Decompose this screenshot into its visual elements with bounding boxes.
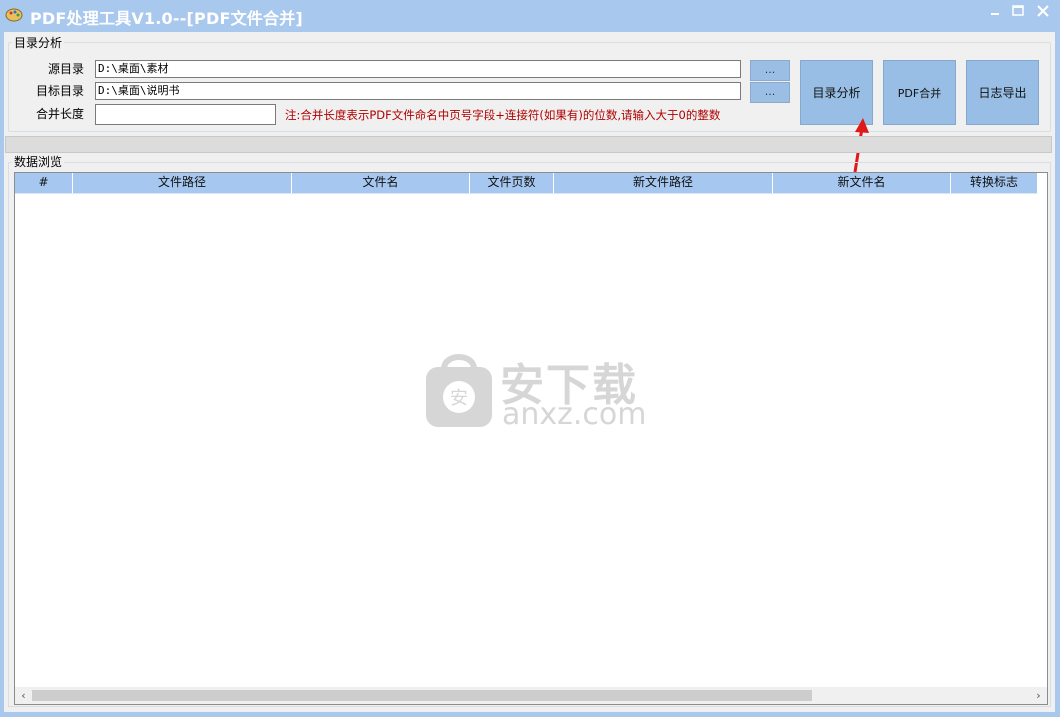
scroll-left-icon[interactable]: ‹ <box>15 687 32 704</box>
column-header-new-file-path[interactable]: 新文件路径 <box>554 173 773 194</box>
watermark: 安 安下载 anxz.com <box>424 347 647 432</box>
watermark-url: anxz.com <box>502 397 647 432</box>
export-log-button[interactable]: 日志导出 <box>966 60 1039 125</box>
merge-length-input[interactable] <box>95 104 276 125</box>
horizontal-scrollbar[interactable]: ‹ › <box>15 687 1047 704</box>
analyze-directory-button[interactable]: 目录分析 <box>800 60 873 125</box>
scrollbar-thumb[interactable] <box>32 690 812 701</box>
close-icon[interactable] <box>1030 2 1056 20</box>
progress-bar <box>5 136 1052 153</box>
app-icon <box>5 8 23 22</box>
scroll-right-icon[interactable]: › <box>1030 687 1047 704</box>
grid-header: # 文件路径 文件名 文件页数 新文件路径 新文件名 转换标志 <box>15 173 1038 195</box>
merge-length-label: 合并长度 <box>35 107 84 121</box>
pdf-merge-button[interactable]: PDF合并 <box>883 60 956 125</box>
column-header-index[interactable]: # <box>15 173 73 194</box>
title-bar[interactable]: PDF处理工具V1.0--[PDF文件合并] <box>0 0 1060 32</box>
column-header-file-name[interactable]: 文件名 <box>292 173 470 194</box>
data-group-title: 数据浏览 <box>12 155 65 169</box>
target-dir-label: 目标目录 <box>35 84 84 98</box>
maximize-icon[interactable] <box>1010 4 1026 18</box>
browse-source-button[interactable]: ... <box>750 60 790 81</box>
shopping-bag-icon: 安 <box>426 354 492 427</box>
source-dir-input[interactable]: D:\桌面\素材 <box>95 60 741 78</box>
column-header-page-count[interactable]: 文件页数 <box>470 173 554 194</box>
browse-target-button[interactable]: ... <box>750 82 790 103</box>
watermark-badge: 安 <box>450 388 468 409</box>
column-header-file-path[interactable]: 文件路径 <box>73 173 292 194</box>
column-header-new-file-name[interactable]: 新文件名 <box>773 173 951 194</box>
client-area: 目录分析 源目录 D:\桌面\素材 ... 目标目录 D:\桌面\说明书 ...… <box>4 32 1055 712</box>
merge-length-note: 注:合并长度表示PDF文件命名中页号字段+连接符(如果有)的位数,请输入大于0的… <box>285 108 721 122</box>
window-title: PDF处理工具V1.0--[PDF文件合并] <box>30 9 303 28</box>
column-header-convert-flag[interactable]: 转换标志 <box>951 173 1038 194</box>
app-window: PDF处理工具V1.0--[PDF文件合并] 目录分析 源目录 D:\桌面\素材… <box>0 0 1060 717</box>
directory-group-title: 目录分析 <box>12 36 65 50</box>
source-dir-label: 源目录 <box>47 62 84 76</box>
minimize-icon[interactable] <box>987 4 1003 18</box>
data-grid[interactable]: # 文件路径 文件名 文件页数 新文件路径 新文件名 转换标志 ‹ › <box>14 172 1048 705</box>
target-dir-input[interactable]: D:\桌面\说明书 <box>95 82 741 100</box>
